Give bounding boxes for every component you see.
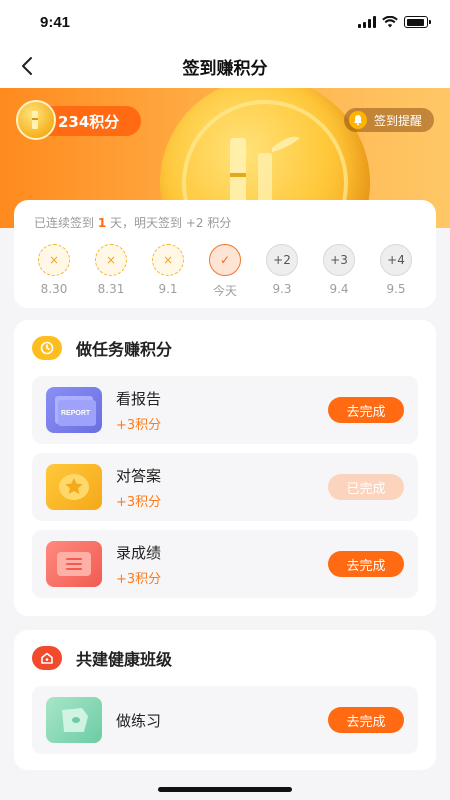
- report-thumb-text: REPORT: [61, 410, 91, 417]
- complete-task-button[interactable]: 去完成: [328, 397, 404, 423]
- reward-mark: +2: [266, 244, 298, 276]
- task-item: 做练习 去完成: [32, 686, 418, 754]
- wifi-icon: [382, 16, 398, 28]
- streak-days: 1: [97, 216, 107, 230]
- sign-in-day-today[interactable]: ✓ 今天: [205, 244, 245, 299]
- task-name: 看报告: [116, 389, 162, 408]
- daily-sign-in-card: 已连续签到 1 天，明天签到 +2 积分 × 8.30 × 8.31 × 9.1…: [14, 200, 436, 308]
- day-label: 9.4: [329, 282, 349, 296]
- task-name: 录成绩: [116, 543, 162, 562]
- day-label: 8.30: [40, 282, 68, 296]
- day-label: 9.3: [272, 282, 292, 296]
- reward-mark: +4: [380, 244, 412, 276]
- points-balance: 234积分: [58, 112, 120, 131]
- reward-mark: +3: [323, 244, 355, 276]
- sign-in-day: × 8.31: [91, 244, 131, 299]
- healthy-class-section: 共建健康班级 做练习 去完成: [14, 630, 436, 770]
- nav-bar: 签到赚积分: [0, 44, 450, 88]
- day-label: 9.1: [158, 282, 178, 296]
- tasks-section: 做任务赚积分 REPORT 看报告 +3积分 去完成 对答案 +3积分 已完成: [14, 320, 436, 616]
- status-icons: [358, 16, 431, 28]
- back-arrow-icon[interactable]: [16, 54, 40, 78]
- sign-in-day: +4 9.5: [376, 244, 416, 299]
- day-label: 8.31: [97, 282, 125, 296]
- section-header: 共建健康班级: [32, 630, 418, 686]
- missed-mark: ×: [152, 244, 184, 276]
- missed-mark: ×: [95, 244, 127, 276]
- reminder-label: 签到提醒: [373, 113, 422, 128]
- sign-in-day: × 8.30: [34, 244, 74, 299]
- checked-mark: ✓: [209, 244, 241, 276]
- battery-icon: [404, 16, 431, 28]
- complete-task-button[interactable]: 去完成: [328, 707, 404, 733]
- page-title: 签到赚积分: [182, 58, 268, 79]
- coin-icon: [16, 100, 56, 140]
- section-header: 做任务赚积分: [32, 320, 418, 376]
- task-points: +3积分: [116, 417, 162, 433]
- status-time: 9:41: [40, 13, 71, 31]
- sign-in-days: × 8.30 × 8.31 × 9.1 ✓ 今天 +2 9.3 +3 9.4 +…: [34, 244, 416, 299]
- practice-icon: [46, 697, 102, 743]
- missed-mark: ×: [38, 244, 70, 276]
- streak-summary: 已连续签到 1 天，明天签到 +2 积分: [34, 216, 232, 230]
- sign-in-day: +2 9.3: [262, 244, 302, 299]
- sign-in-day: +3 9.4: [319, 244, 359, 299]
- section-title: 共建健康班级: [76, 650, 173, 669]
- score-sheet-icon: [46, 541, 102, 587]
- cellular-signal-icon: [358, 16, 376, 28]
- complete-task-button[interactable]: 去完成: [328, 551, 404, 577]
- task-item: 录成绩 +3积分 去完成: [32, 530, 418, 598]
- task-name: 做练习: [116, 711, 162, 730]
- section-title: 做任务赚积分: [76, 340, 173, 359]
- task-points: +3积分: [116, 494, 162, 510]
- clock-icon: [32, 336, 62, 360]
- task-points: +3积分: [116, 571, 162, 587]
- sign-in-day: × 9.1: [148, 244, 188, 299]
- day-label: 9.5: [386, 282, 406, 296]
- task-name: 对答案: [116, 466, 162, 485]
- sign-in-reminder-button[interactable]: 签到提醒: [343, 108, 434, 132]
- day-label: 今天: [212, 284, 237, 298]
- task-item: 对答案 +3积分 已完成: [32, 453, 418, 521]
- home-indicator: [158, 787, 292, 792]
- task-completed-button: 已完成: [328, 474, 404, 500]
- bell-icon: [348, 111, 367, 129]
- star-badge-icon: [46, 464, 102, 510]
- status-bar: 9:41: [0, 0, 450, 44]
- home-icon: [32, 646, 62, 670]
- report-icon: REPORT: [46, 387, 102, 433]
- task-item: REPORT 看报告 +3积分 去完成: [32, 376, 418, 444]
